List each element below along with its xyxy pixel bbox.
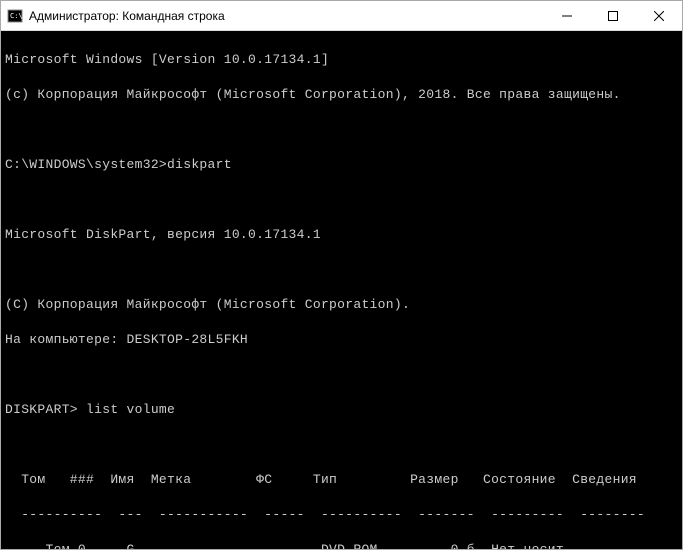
- close-button[interactable]: [636, 1, 682, 30]
- titlebar: C:\ Администратор: Командная строка: [1, 1, 682, 31]
- output-line: На компьютере: DESKTOP-28L5FKH: [5, 331, 678, 349]
- output-line: [5, 436, 678, 454]
- cmd-window: C:\ Администратор: Командная строка Micr…: [0, 0, 683, 550]
- table-divider: ---------- --- ----------- ----- -------…: [5, 506, 678, 524]
- output-line: Microsoft Windows [Version 10.0.17134.1]: [5, 51, 678, 69]
- svg-text:C:\: C:\: [10, 12, 23, 20]
- table-header: Том ### Имя Метка ФС Тип Размер Состояни…: [5, 471, 678, 489]
- output-line: (C) Корпорация Майкрософт (Microsoft Cor…: [5, 296, 678, 314]
- output-line: [5, 261, 678, 279]
- app-icon: C:\: [7, 8, 23, 24]
- minimize-button[interactable]: [544, 1, 590, 30]
- output-line: [5, 191, 678, 209]
- output-line: Microsoft DiskPart, версия 10.0.17134.1: [5, 226, 678, 244]
- prompt-line: C:\WINDOWS\system32>diskpart: [5, 156, 678, 174]
- terminal-output[interactable]: Microsoft Windows [Version 10.0.17134.1]…: [1, 31, 682, 549]
- window-controls: [544, 1, 682, 30]
- table-row: Том 0 G DVD-ROM 0 б Нет носит: [5, 541, 678, 550]
- window-title: Администратор: Командная строка: [29, 9, 544, 23]
- prompt-line: DISKPART> list volume: [5, 401, 678, 419]
- maximize-button[interactable]: [590, 1, 636, 30]
- output-line: [5, 366, 678, 384]
- output-line: (c) Корпорация Майкрософт (Microsoft Cor…: [5, 86, 678, 104]
- output-line: [5, 121, 678, 139]
